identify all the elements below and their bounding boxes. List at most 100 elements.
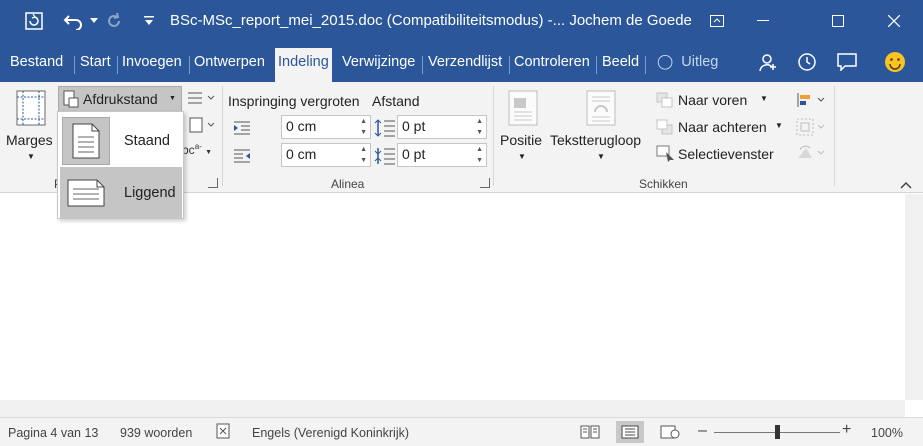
- margins-icon[interactable]: [16, 90, 46, 129]
- indent-left-icon: [232, 120, 252, 139]
- zoom-slider-thumb[interactable]: [775, 425, 780, 439]
- tab-indeling[interactable]: Indeling: [275, 48, 332, 82]
- wrap-text-icon: [586, 90, 616, 129]
- send-backward-icon: [656, 119, 674, 138]
- comments-icon[interactable]: [833, 48, 861, 76]
- save-icon[interactable]: [20, 7, 48, 35]
- spinner-arrows[interactable]: ▲ ▼: [360, 144, 367, 166]
- orientation-dropdown-icon: ▼: [169, 95, 176, 102]
- spacing-after-input[interactable]: 0 pt ▲ ▼: [397, 143, 487, 167]
- indent-right-icon: [232, 148, 252, 167]
- collapse-ribbon-icon[interactable]: [900, 176, 912, 192]
- portrait-page-icon: [62, 116, 110, 165]
- group-objects-icon[interactable]: [796, 118, 826, 139]
- tab-separator: [645, 56, 646, 74]
- tab-invoegen[interactable]: Invoegen: [120, 48, 184, 82]
- orientation-portrait-item[interactable]: Staand: [60, 115, 182, 166]
- position-dropdown-icon: ▼: [518, 152, 526, 161]
- tab-separator: [422, 56, 423, 74]
- indent-right-input[interactable]: 0 cm ▲ ▼: [281, 143, 371, 167]
- smiley-feedback-icon[interactable]: [881, 48, 909, 76]
- minimize-icon[interactable]: [740, 0, 786, 42]
- share-user-icon[interactable]: [754, 48, 782, 76]
- tab-controleren[interactable]: Controleren: [512, 48, 592, 82]
- tab-verzendlijsten[interactable]: Verzendlijst: [426, 48, 504, 82]
- paragraph-launcher-icon[interactable]: [480, 178, 490, 188]
- indent-right-value: 0 cm: [286, 146, 317, 162]
- spacing-before-icon: [374, 118, 396, 141]
- close-icon[interactable]: [871, 0, 917, 42]
- send-backward-button[interactable]: Naar achteren: [678, 119, 767, 135]
- undo-dropdown-icon[interactable]: [88, 7, 100, 35]
- spacing-before-input[interactable]: 0 pt ▲ ▼: [397, 115, 487, 139]
- tab-separator: [596, 56, 597, 74]
- vertical-scrollbar[interactable]: [905, 194, 923, 400]
- customize-qat-icon[interactable]: [140, 7, 158, 35]
- document-canvas[interactable]: [0, 194, 905, 400]
- orientation-button[interactable]: Afdrukstand ▼: [58, 86, 182, 112]
- spacing-after-value: 0 pt: [402, 146, 426, 162]
- spinner-arrows[interactable]: ▲ ▼: [476, 144, 483, 166]
- landscape-page-icon: [62, 169, 110, 217]
- line-numbers-icon[interactable]: [186, 116, 216, 137]
- undo-icon[interactable]: [60, 7, 88, 35]
- spacing-after-icon: [374, 146, 396, 169]
- page-setup-launcher-icon[interactable]: [208, 178, 218, 188]
- paragraph-group-label: Alinea: [331, 177, 365, 191]
- read-mode-icon[interactable]: [576, 421, 604, 443]
- quick-access-toolbar: [20, 0, 48, 42]
- ribbon-tabs: Bestand Start Invoegen Ontwerpen Indelin…: [0, 42, 923, 82]
- rotate-icon[interactable]: [796, 144, 826, 165]
- selection-pane-button[interactable]: Selectievenster: [678, 146, 774, 162]
- margins-button[interactable]: Marges: [6, 132, 53, 148]
- tab-separator: [74, 56, 75, 74]
- tell-me-label: Uitleg: [681, 54, 719, 70]
- portrait-label: Staand: [124, 132, 170, 149]
- bring-forward-dropdown-icon: ▼: [760, 94, 768, 103]
- arrange-group-label: Schikken: [639, 177, 688, 191]
- position-button[interactable]: Positie: [500, 132, 542, 148]
- group-separator: [222, 86, 223, 186]
- web-layout-icon[interactable]: [656, 421, 684, 443]
- horizontal-scrollbar[interactable]: [0, 400, 905, 417]
- title-bar: BSc-MSc_report_mei_2015.doc (Compatibili…: [0, 0, 923, 42]
- tab-separator: [117, 56, 118, 74]
- landscape-label: Liggend: [124, 184, 176, 201]
- tab-bestand[interactable]: Bestand: [8, 48, 65, 82]
- tell-me-box[interactable]: ◯ Uitleg: [655, 48, 720, 82]
- spinner-arrows[interactable]: ▲ ▼: [360, 116, 367, 138]
- orientation-label: Afdrukstand: [83, 91, 158, 107]
- proofing-icon[interactable]: [216, 423, 234, 442]
- tab-ontwerpen[interactable]: Ontwerpen: [192, 48, 267, 82]
- zoom-out-icon[interactable]: –: [698, 422, 707, 440]
- breaks-icon[interactable]: [186, 90, 216, 109]
- spinner-arrows[interactable]: ▲ ▼: [476, 116, 483, 138]
- bring-forward-button[interactable]: Naar voren: [678, 92, 747, 108]
- orientation-menu: Staand Liggend: [57, 111, 184, 219]
- tab-beeld[interactable]: Beeld: [600, 48, 641, 82]
- indent-left-value: 0 cm: [286, 118, 317, 134]
- word-count[interactable]: 939 woorden: [120, 426, 192, 440]
- zoom-level[interactable]: 100%: [871, 426, 903, 440]
- ribbon-display-options-icon[interactable]: [694, 0, 740, 42]
- maximize-icon[interactable]: [815, 0, 861, 42]
- orientation-landscape-item[interactable]: Liggend: [60, 167, 182, 218]
- tab-verwijzingen[interactable]: Verwijzinge: [340, 48, 417, 82]
- redo-icon[interactable]: [100, 7, 128, 35]
- align-icon[interactable]: [796, 92, 826, 111]
- group-separator: [834, 86, 835, 186]
- wrap-text-button[interactable]: Tekstterugloop: [550, 132, 641, 148]
- language-indicator[interactable]: Engels (Verenigd Koninkrijk): [252, 426, 409, 440]
- history-icon[interactable]: [793, 48, 821, 76]
- tab-separator: [189, 56, 190, 74]
- indent-left-input[interactable]: 0 cm ▲ ▼: [281, 115, 371, 139]
- hyphenation-icon[interactable]: bca- ▼: [182, 142, 212, 157]
- group-separator: [493, 86, 494, 186]
- page-count[interactable]: Pagina 4 van 13: [8, 426, 98, 440]
- tab-start[interactable]: Start: [78, 48, 113, 82]
- zoom-in-icon[interactable]: +: [842, 421, 851, 439]
- print-layout-icon[interactable]: [616, 421, 644, 443]
- send-backward-dropdown-icon: ▼: [775, 121, 783, 130]
- orientation-icon: [63, 90, 79, 111]
- bring-forward-icon: [656, 92, 674, 111]
